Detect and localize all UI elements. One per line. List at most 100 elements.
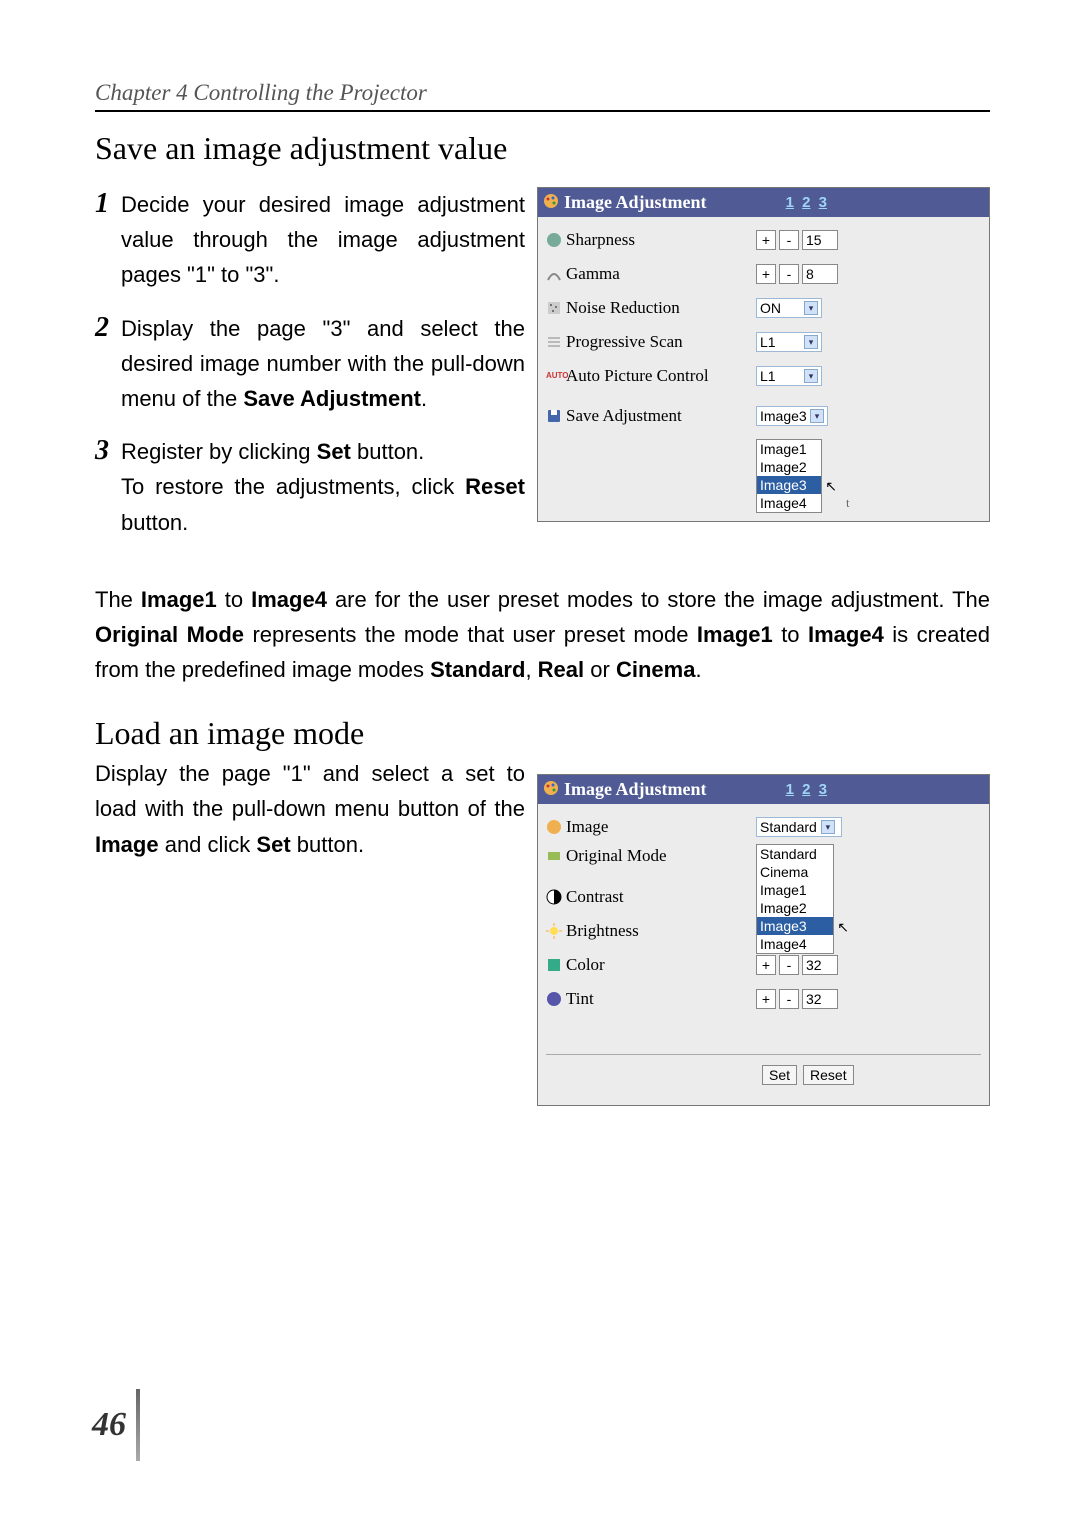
load-description: Display the page "1" and select a set to… (95, 756, 525, 862)
contrast-icon (546, 889, 562, 905)
step-number: 3 (95, 434, 121, 540)
panel-header: Image Adjustment 1 2 3 (538, 775, 989, 804)
image-adjustment-panel-page3: Image Adjustment 1 2 3 Sharpness + - 15 (537, 187, 990, 522)
image-dropdown[interactable]: Standard Cinema Image1 Image2 Image3↖ Im… (756, 844, 834, 954)
plus-button[interactable]: + (756, 955, 776, 975)
dropdown-option[interactable]: Image1 (757, 440, 821, 458)
noise-select[interactable]: ON▾ (756, 298, 822, 318)
chevron-down-icon: ▾ (804, 335, 818, 349)
apc-select[interactable]: L1▾ (756, 366, 822, 386)
step-body: Decide your desired image adjustment val… (121, 187, 525, 293)
save-select[interactable]: Image3▾ (756, 406, 828, 426)
image-label: Image (566, 817, 608, 837)
brightness-label: Brightness (566, 921, 639, 941)
preset-description: The Image1 to Image4 are for the user pr… (95, 582, 990, 688)
plus-button[interactable]: + (756, 264, 776, 284)
sharpness-value[interactable]: 15 (802, 230, 838, 250)
plus-button[interactable]: + (756, 230, 776, 250)
cutoff-text: t (846, 495, 973, 511)
section-title-save: Save an image adjustment value (95, 130, 990, 167)
chevron-down-icon: ▾ (821, 820, 835, 834)
original-mode-label: Original Mode (566, 846, 667, 866)
palette-icon (543, 780, 559, 796)
panel-body: Image Standard▾ Original Mode Standard C… (538, 804, 989, 1105)
color-label: Color (566, 955, 605, 975)
sharpness-icon (546, 232, 562, 248)
header-rule (95, 110, 990, 112)
dropdown-option[interactable]: Image4 (757, 935, 833, 953)
step-2: 2 Display the page "3" and select the de… (95, 311, 525, 417)
chevron-down-icon: ▾ (804, 369, 818, 383)
image-adjustment-panel-page1: Image Adjustment 1 2 3 Image Standard▾ (537, 774, 990, 1106)
gamma-label: Gamma (566, 264, 620, 284)
cursor-icon: ↖ (825, 477, 837, 495)
palette-icon (543, 193, 559, 209)
noise-label: Noise Reduction (566, 298, 680, 318)
panel-footer: Set Reset (546, 1054, 981, 1097)
panel-title: Image Adjustment (564, 779, 707, 800)
tint-value[interactable]: 32 (802, 989, 838, 1009)
page-tab-2[interactable]: 2 (802, 194, 810, 211)
dropdown-option[interactable]: Standard (757, 845, 833, 863)
save-label: Save Adjustment (566, 406, 682, 426)
sharpness-label: Sharpness (566, 230, 635, 250)
progressive-select[interactable]: L1▾ (756, 332, 822, 352)
step-body: Display the page "3" and select the desi… (121, 311, 525, 417)
minus-button[interactable]: - (779, 989, 799, 1009)
save-icon (546, 408, 562, 424)
dropdown-option[interactable]: Image1 (757, 881, 833, 899)
set-button[interactable]: Set (762, 1065, 797, 1085)
chapter-header: Chapter 4 Controlling the Projector (95, 80, 990, 106)
page-number: 46 (92, 1406, 126, 1444)
contrast-label: Contrast (566, 887, 624, 907)
auto-icon: AUTO (546, 368, 562, 384)
step-number: 1 (95, 187, 121, 293)
apc-label: Auto Picture Control (566, 366, 709, 386)
minus-button[interactable]: - (779, 955, 799, 975)
page-tabs: 1 2 3 (784, 781, 829, 798)
chevron-down-icon: ▾ (810, 409, 824, 423)
step-body: Register by clicking Set button. To rest… (121, 434, 525, 540)
dropdown-option[interactable]: Image2 (757, 458, 821, 476)
chevron-down-icon: ▾ (804, 301, 818, 315)
reset-button[interactable]: Reset (803, 1065, 854, 1085)
noise-icon (546, 300, 562, 316)
gamma-icon (546, 266, 562, 282)
plus-button[interactable]: + (756, 989, 776, 1009)
image-icon (546, 819, 562, 835)
page-tab-1[interactable]: 1 (786, 194, 794, 211)
tint-label: Tint (566, 989, 594, 1009)
page-bar-icon (136, 1389, 140, 1461)
page-tab-3[interactable]: 3 (819, 194, 827, 211)
color-icon (546, 957, 562, 973)
color-value[interactable]: 32 (802, 955, 838, 975)
progressive-label: Progressive Scan (566, 332, 683, 352)
page-tabs: 1 2 3 (784, 194, 829, 211)
panel-header: Image Adjustment 1 2 3 (538, 188, 989, 217)
save-dropdown[interactable]: Image1 Image2 Image3↖ Image4 (756, 439, 822, 513)
page-tab-2[interactable]: 2 (802, 781, 810, 798)
page-number-bar: 46 (92, 1389, 140, 1461)
step-1: 1 Decide your desired image adjustment v… (95, 187, 525, 293)
gamma-value[interactable]: 8 (802, 264, 838, 284)
mode-icon (546, 848, 562, 864)
step-number: 2 (95, 311, 121, 417)
dropdown-option[interactable]: Cinema (757, 863, 833, 881)
page-tab-1[interactable]: 1 (786, 781, 794, 798)
progressive-icon (546, 334, 562, 350)
panel-body: Sharpness + - 15 Gamma + - 8 (538, 217, 989, 521)
step-3: 3 Register by clicking Set button. To re… (95, 434, 525, 540)
minus-button[interactable]: - (779, 264, 799, 284)
brightness-icon (546, 923, 562, 939)
section-title-load: Load an image mode (95, 715, 990, 752)
panel-title: Image Adjustment (564, 192, 707, 213)
minus-button[interactable]: - (779, 230, 799, 250)
dropdown-option[interactable]: Image4 (757, 494, 821, 512)
dropdown-option-selected[interactable]: Image3↖ (757, 476, 821, 494)
page-tab-3[interactable]: 3 (819, 781, 827, 798)
tint-icon (546, 991, 562, 1007)
image-select[interactable]: Standard▾ (756, 817, 842, 837)
dropdown-option[interactable]: Image2 (757, 899, 833, 917)
dropdown-option-selected[interactable]: Image3↖ (757, 917, 833, 935)
cursor-icon: ↖ (837, 918, 849, 936)
